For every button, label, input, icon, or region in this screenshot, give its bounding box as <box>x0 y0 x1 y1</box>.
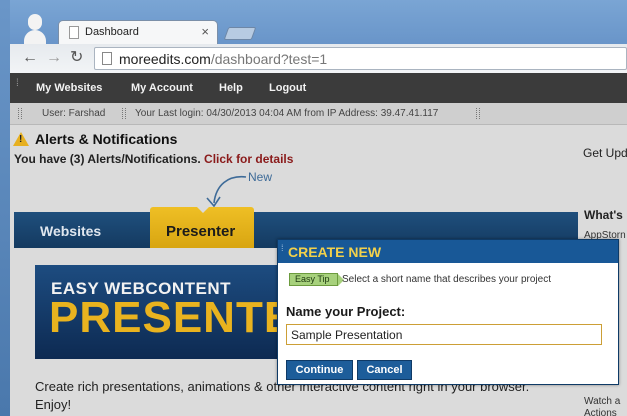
nav-logout[interactable]: Logout <box>269 82 306 94</box>
dialog-title: CREATE NEW <box>288 244 382 260</box>
cancel-button[interactable]: Cancel <box>357 360 412 380</box>
presenter-banner: EASY WEBCONTENT PRESENTER <box>35 265 326 359</box>
url-text: moreedits.com/dashboard?test=1 <box>119 51 327 67</box>
forward-arrow-icon[interactable]: → <box>46 50 62 66</box>
browser-tab[interactable]: Dashboard × <box>58 20 218 44</box>
separator <box>18 108 22 119</box>
project-name-input[interactable] <box>286 324 602 345</box>
easy-tip-badge: Easy Tip <box>289 273 344 286</box>
tab-presenter-label: Presenter <box>166 223 236 240</box>
url-path: /dashboard?test=1 <box>210 51 328 67</box>
tab-close-icon[interactable]: × <box>201 24 209 39</box>
grip-icon: ⁞ <box>16 78 19 89</box>
whats-new-heading: What's <box>584 208 623 222</box>
tab-websites[interactable]: Websites <box>40 223 101 239</box>
user-info-bar: User: Farshad Your Last login: 04/30/201… <box>10 103 627 125</box>
new-label: New <box>248 170 273 184</box>
top-navigation: ⁞ My Websites My Account Help Logout <box>10 73 627 103</box>
warning-icon: ! <box>13 132 29 146</box>
back-arrow-icon[interactable]: ← <box>22 50 38 66</box>
tab-notch <box>196 206 210 213</box>
window-frame <box>0 0 10 416</box>
alerts-count-text: You have (3) Alerts/Notifications. <box>14 152 201 166</box>
watch-line-2: Actions <box>584 408 617 416</box>
tab-title: Dashboard <box>85 26 139 38</box>
reload-icon[interactable]: ↻ <box>70 50 83 66</box>
separator <box>476 108 480 119</box>
alerts-title: Alerts & Notifications <box>35 131 178 147</box>
last-login: Your Last login: 04/30/2013 04:04 AM fro… <box>135 108 439 119</box>
nav-my-account[interactable]: My Account <box>131 82 193 94</box>
address-bar[interactable]: moreedits.com/dashboard?test=1 <box>94 47 627 70</box>
dialog-header[interactable]: ⁞ CREATE NEW <box>278 240 618 263</box>
username: User: Farshad <box>42 108 106 119</box>
user-profile-icon[interactable] <box>22 12 48 44</box>
get-updates-heading: Get Upd <box>583 146 627 160</box>
new-tab-button[interactable] <box>223 27 257 40</box>
browser-chrome: Dashboard × ← → ↻ moreedits.com/dashboar… <box>10 0 627 73</box>
page-icon <box>102 52 112 65</box>
nav-help[interactable]: Help <box>219 82 243 94</box>
tip-text: Select a short name that describes your … <box>342 274 551 285</box>
page-favicon-icon <box>69 26 79 39</box>
url-domain: moreedits.com <box>119 51 211 67</box>
alerts-count: You have (3) Alerts/Notifications. Click… <box>14 152 293 166</box>
continue-button[interactable]: Continue <box>286 360 353 380</box>
create-new-dialog: ⁞ CREATE NEW Easy Tip Select a short nam… <box>277 239 619 385</box>
tab-presenter[interactable]: Presenter <box>150 206 254 248</box>
watch-link[interactable]: Watch a Actions <box>584 396 620 416</box>
watch-line-1: Watch a <box>584 396 621 407</box>
project-name-label: Name your Project: <box>286 304 406 319</box>
drag-grip-icon[interactable]: ⁞ <box>281 244 284 253</box>
separator <box>122 108 126 119</box>
alerts-details-link[interactable]: Click for details <box>204 152 293 166</box>
nav-my-websites[interactable]: My Websites <box>36 82 102 94</box>
